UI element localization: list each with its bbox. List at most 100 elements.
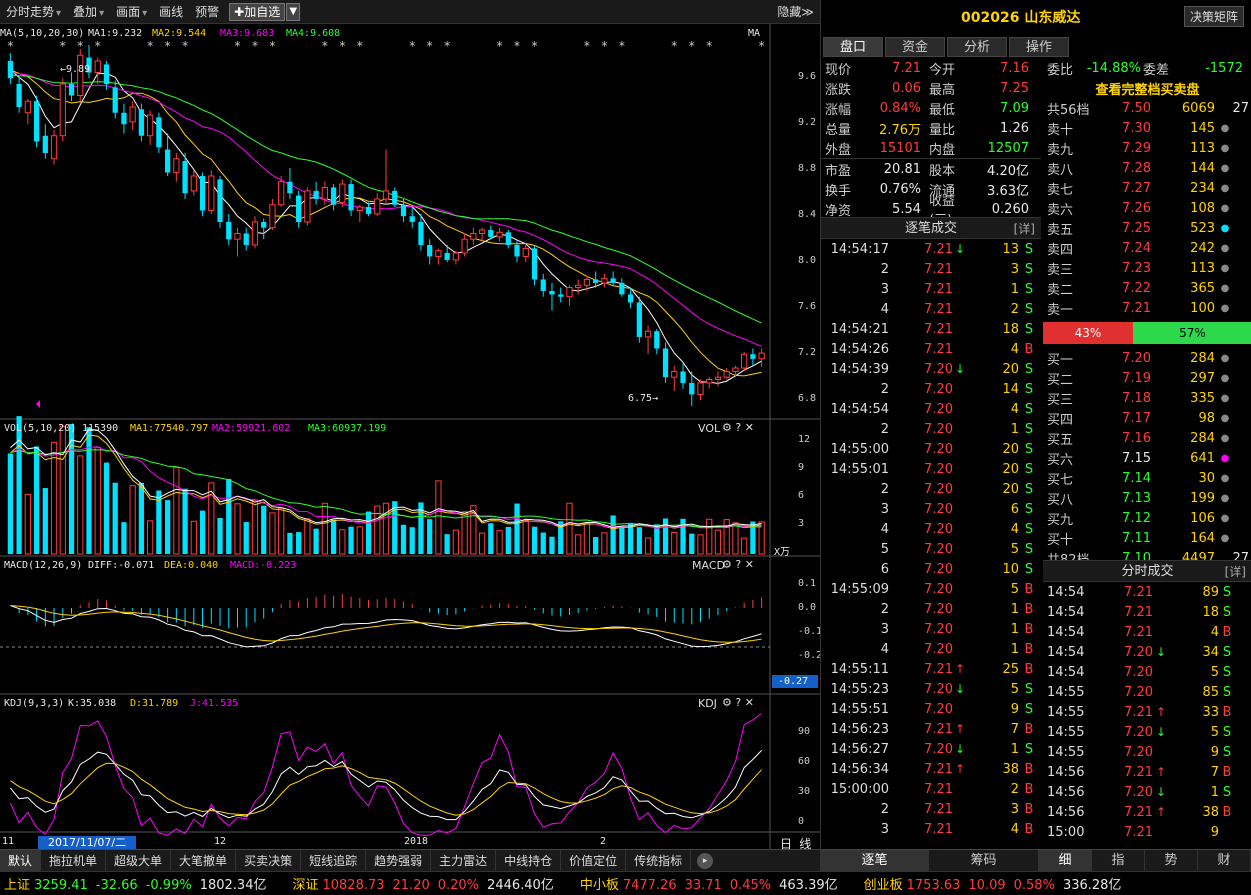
menu-timeshare[interactable]: 分时走势 [0,0,67,24]
minute-detail-link[interactable]: [详] [1225,561,1246,583]
volume-bar [251,499,259,555]
indicator-tab[interactable]: 拖拉机单 [41,849,107,872]
full-book-link[interactable]: 查看完整档买卖盘 [1095,79,1199,98]
book-row: 卖一 7.21 100 ● [1043,298,1251,318]
index-item[interactable]: 中小板 7477.26 33.71 0.45% 463.39亿 [576,874,846,893]
tick-price: 7.20 [924,621,953,637]
hide-panel-button[interactable]: 隐藏≫ [771,0,820,24]
candle-body [304,190,311,223]
tick-row: 14:56:34 7.21 ↑ 38 B [821,759,1041,779]
chevron-down-icon[interactable]: ▼ [286,2,301,21]
candle-body [566,287,573,298]
book-price: 7.28 [1122,160,1151,176]
tick-time: 2 [880,261,889,277]
gear-icon[interactable]: ⚙ ? ✕ [722,558,754,571]
arrow-icon: ↑ [954,662,966,676]
indicator-tab[interactable]: 超级大单 [106,849,172,872]
indicator-tab[interactable]: 价值定位 [561,849,627,872]
candle-body [330,187,337,205]
menu-screen[interactable]: 画面 [110,0,153,24]
candle-body [689,382,695,395]
indicator-tab[interactable]: 传统指标 [626,849,692,872]
dot-icon: ● [1220,412,1230,424]
weibi-row: 委比 -14.88% 委差 -1572 [1043,58,1251,78]
indicator-tab[interactable]: 趋势强弱 [366,849,432,872]
macd-value: MACD:-0.223 [230,560,297,571]
tick-time: 5 [880,541,889,557]
right-tab[interactable]: 财 [1198,850,1251,872]
menu-overlay[interactable]: 叠加 [67,0,110,24]
indicator-tab[interactable]: 大笔撤单 [171,849,237,872]
tick-row: 14:55:00 7.20 20 S [821,439,1041,459]
tick-side: S [1024,521,1034,537]
scroll-right-icon[interactable]: ▸ [697,852,714,869]
macd-line [10,605,762,643]
right-tab[interactable]: 筹码 [929,850,1039,872]
tick-row: 14:56:27 7.20 ↓ 1 S [821,739,1041,759]
volume-bar [601,532,608,555]
book-row: 卖九 7.29 113 ● [1043,138,1251,158]
signal-star: * [444,39,450,53]
index-item[interactable]: 深证 10828.73 21.20 0.20% 2446.40亿 [288,874,561,893]
quote-value: 7.09 [1000,100,1029,116]
indicator-tab[interactable]: 短线追踪 [301,849,367,872]
indicator-tab[interactable]: 主力雷达 [431,849,497,872]
gear-icon[interactable]: ⚙ ? ✕ [722,421,754,434]
candle-body [680,371,686,383]
candle-body [488,230,494,237]
quote-value: 5.54 [892,201,921,217]
minute-time: 14:54 [1047,604,1085,620]
book-price: 7.23 [1122,260,1151,276]
index-item[interactable]: 上证 3259.41 -32.66 -0.99% 1802.34亿 [0,874,274,893]
minute-time: 14:56 [1047,804,1085,820]
kline-chart[interactable]: * * * * * * * * * * * * * * * * * * * * * * * * * * MA(5,10,20,30… [0,24,822,851]
book-price: 7.27 [1122,180,1151,196]
index-item[interactable]: 创业板 1753.63 10.09 0.58% 336.28亿 [860,874,1130,893]
tick-side: S [1024,261,1034,277]
volume-bar [94,446,101,555]
panel-tab[interactable]: 盘口 [823,37,883,57]
minute-side: S [1222,744,1232,760]
book-level: 买九 [1047,512,1074,528]
gear-icon[interactable]: ⚙ ? ✕ [722,696,754,709]
menu-drawline[interactable]: 画线 [153,0,189,24]
book-volume: 335 [1190,390,1215,406]
right-tab[interactable]: 势 [1145,850,1198,872]
tick-price: 7.21 [924,821,953,837]
tick-row: 14:54:54 7.20 4 S [821,399,1041,419]
tick-price: 7.21 [924,281,953,297]
candle-body [741,353,748,369]
panel-tab[interactable]: 资金 [885,37,945,57]
candle-body [382,190,390,200]
panel-tab[interactable]: 操作 [1009,37,1069,57]
add-watchlist-button[interactable]: ✚加自选 [229,2,286,21]
menu-alert[interactable]: 预警 [189,0,225,24]
candle-body [531,248,538,280]
tick-side: B [1024,601,1034,617]
right-tab[interactable]: 细 [1039,850,1092,872]
arrow-icon: ↑ [954,762,966,776]
indicator-tab[interactable]: 默认 [0,849,42,872]
tick-side: S [1024,281,1034,297]
index-value: 3259.41 [34,878,88,893]
tick-detail-link[interactable]: [详] [1014,218,1035,240]
tick-side: B [1024,341,1034,357]
tick-price: 7.21 [924,241,953,257]
indicator-tab[interactable]: 买卖决策 [236,849,302,872]
index-value: 10.09 [968,878,1006,893]
tick-side: B [1024,581,1034,597]
candle-body [654,331,660,349]
panel-tab[interactable]: 分析 [947,37,1007,57]
chart-canvas[interactable]: * * * * * * * * * * * * * * * * * * * * * * * * * * [0,24,820,849]
right-tab[interactable]: 逐笔 [821,850,929,872]
indicator-tab[interactable]: 中线持仓 [496,849,562,872]
tick-side: S [1024,461,1034,477]
decision-matrix-button[interactable]: 决策矩阵 [1183,6,1244,27]
tick-side: S [1024,441,1034,457]
signal-star: * [357,39,363,53]
book-volume: 297 [1190,370,1215,386]
tick-price: 7.21 [924,781,953,797]
low-mark: 6.75→ [628,393,659,404]
right-tab[interactable]: 指 [1092,850,1145,872]
volume-bar [86,427,92,554]
